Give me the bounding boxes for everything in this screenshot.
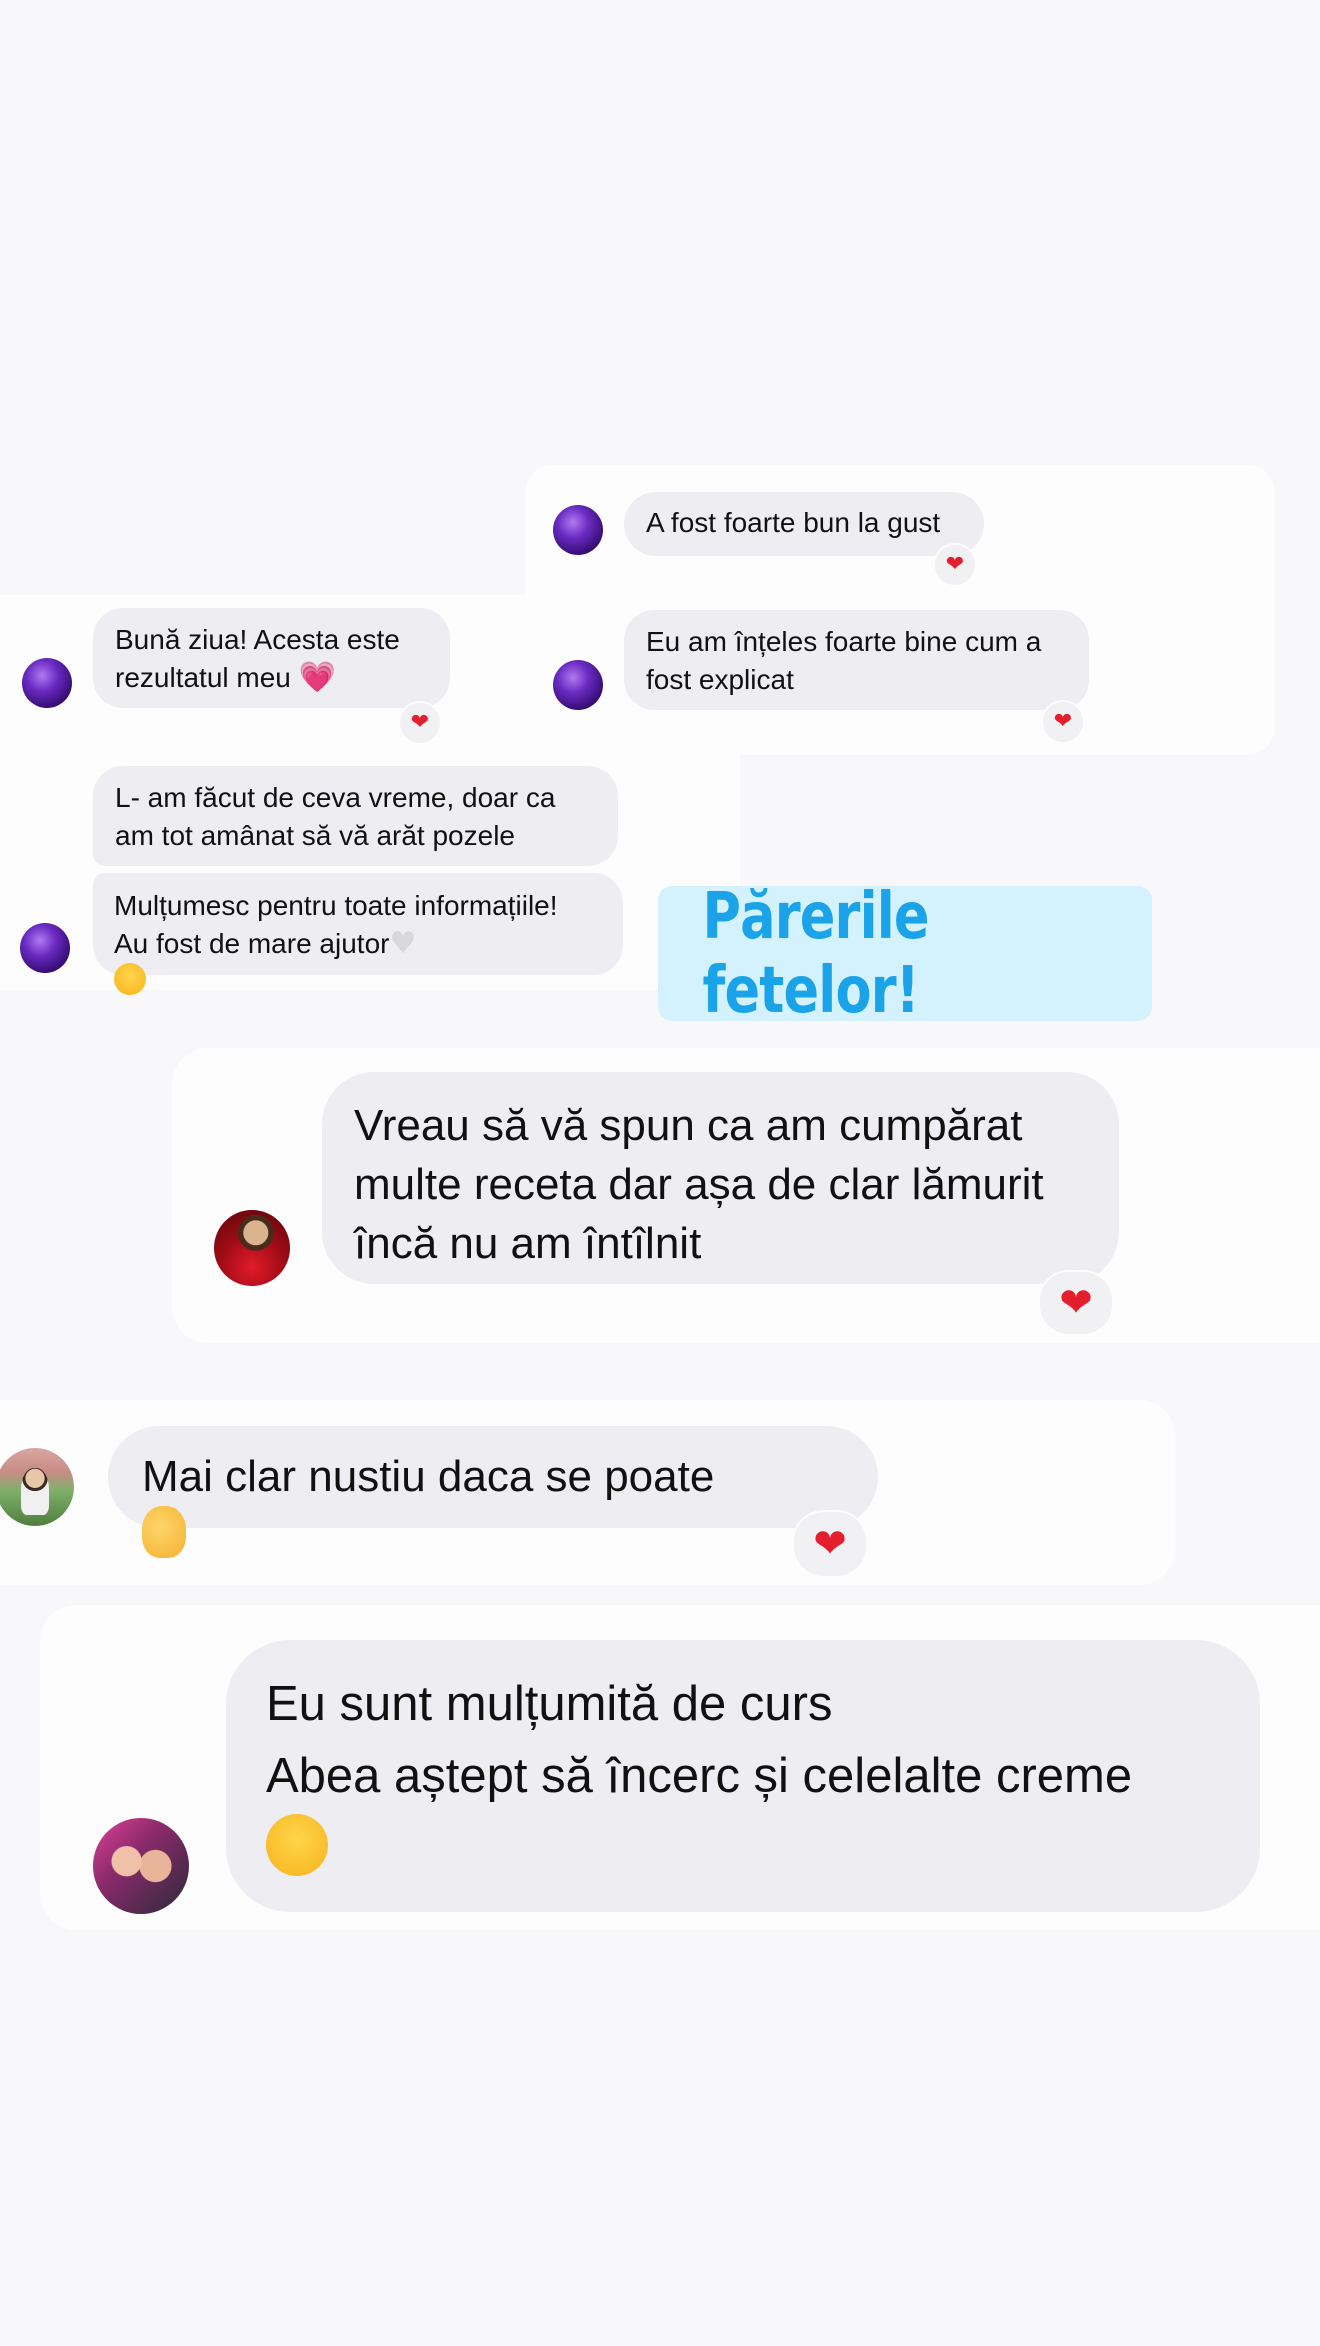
heart-reaction-icon: ❤ [1038,1270,1114,1336]
message-text: Mulțumesc pentru toate informațiile! Au … [114,887,602,995]
message-text: A fost foarte bun la gust [646,507,941,538]
message-bubble: Mulțumesc pentru toate informațiile! Au … [93,873,623,995]
heart-reaction-icon: ❤ [792,1510,868,1578]
message-bubble: Eu am înțeles foarte bine cum a fost exp… [624,610,1089,710]
message-bubble: Vreau să vă spun ca am cumpărat multe re… [322,1072,1119,1284]
avatar [214,1210,290,1286]
heart-reaction-icon: ❤ [1041,700,1085,744]
page-title: Părerile fetelor! [658,880,1152,1028]
message-text: Eu sunt mulțumită de curs Abea aștept să… [266,1677,1133,1803]
hugging-face-icon [114,963,146,995]
hugging-face-icon [266,1814,328,1876]
ok-hand-icon [142,1506,186,1558]
message-text: L- am făcut de ceva vreme, doar ca am to… [115,782,556,851]
message-text: Vreau să vă spun ca am cumpărat multe re… [354,1101,1044,1268]
avatar [553,660,603,710]
heart-reaction-icon: ❤ [398,701,442,745]
message-bubble: A fost foarte bun la gust [624,492,984,556]
message-bubble: Bună ziua! Acesta este rezultatul meu 💗 [93,608,450,708]
message-text: Bună ziua! Acesta este rezultatul meu 💗 [115,624,400,695]
avatar [20,923,70,973]
message-bubble: L- am făcut de ceva vreme, doar ca am to… [93,766,618,866]
message-text: Eu am înțeles foarte bine cum a fost exp… [646,626,1042,695]
avatar [93,1818,189,1914]
white-heart-icon: ♥ [389,926,417,961]
message-bubble: Mai clar nustiu daca se poate [108,1426,878,1558]
message-text: Mai clar nustiu daca se poate [142,1448,844,1558]
message-bubble: Eu sunt mulțumită de curs Abea aștept să… [226,1640,1260,1912]
heart-reaction-icon: ❤ [933,543,977,587]
avatar [553,505,603,555]
avatar [22,658,72,708]
pink-heart-icon: 💗 [298,660,337,695]
